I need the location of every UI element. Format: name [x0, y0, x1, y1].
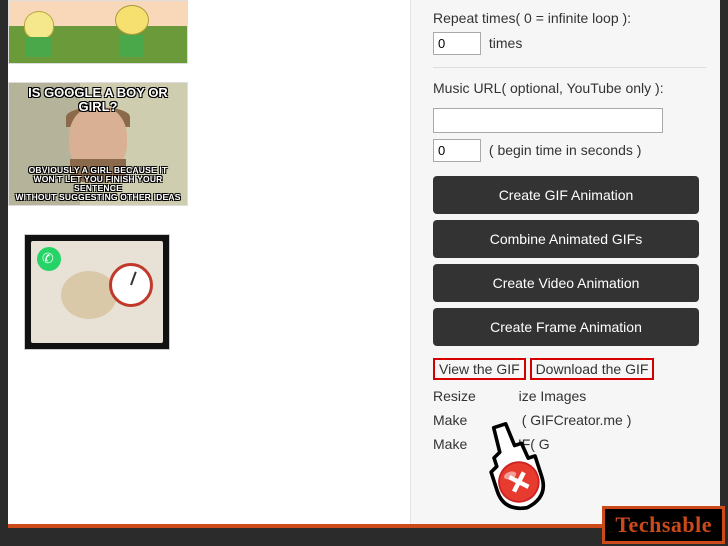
images-column: IS GOOGLE A BOY OR GIRL? OBVIOUSLY A GIR… — [8, 0, 410, 524]
repeat-times-input[interactable] — [433, 32, 481, 55]
divider — [433, 67, 706, 68]
resize-images-link[interactable]: Resize ize Images — [433, 388, 586, 404]
repeat-label: Repeat times( 0 = infinite loop ): — [433, 10, 706, 26]
make-gif-link[interactable]: Make IF( G — [433, 436, 550, 452]
download-gif-link[interactable]: Download the GIF — [536, 361, 649, 377]
begin-time-suffix: ( begin time in seconds ) — [489, 142, 642, 158]
meme-bottom-text: OBVIOUSLY A GIRL BECAUSE IT WON'T LET YO… — [9, 166, 187, 202]
music-url-label: Music URL( optional, YouTube only ): — [433, 80, 706, 96]
view-gif-link[interactable]: View the GIF — [439, 361, 520, 377]
gifcreator-link[interactable]: Make ( GIFCreator.me ) — [433, 412, 631, 428]
watermark-badge: Techsable — [602, 506, 725, 544]
create-frame-animation-button[interactable]: Create Frame Animation — [433, 308, 699, 346]
create-gif-animation-button[interactable]: Create GIF Animation — [433, 176, 699, 214]
main-panel: IS GOOGLE A BOY OR GIRL? OBVIOUSLY A GIR… — [8, 0, 720, 528]
create-video-animation-button[interactable]: Create Video Animation — [433, 264, 699, 302]
meme-top-text: IS GOOGLE A BOY OR GIRL? — [9, 86, 187, 113]
options-panel: Repeat times( 0 = infinite loop ): times… — [410, 0, 720, 524]
begin-time-input[interactable] — [433, 139, 481, 162]
music-url-input[interactable] — [433, 108, 663, 133]
repeat-suffix: times — [489, 35, 522, 51]
uploaded-image-3[interactable] — [24, 234, 410, 350]
combine-animated-gifs-button[interactable]: Combine Animated GIFs — [433, 220, 699, 258]
uploaded-image-2[interactable]: IS GOOGLE A BOY OR GIRL? OBVIOUSLY A GIR… — [8, 82, 410, 206]
uploaded-image-1[interactable] — [8, 0, 410, 64]
watermark-text: Techsable — [615, 512, 712, 537]
